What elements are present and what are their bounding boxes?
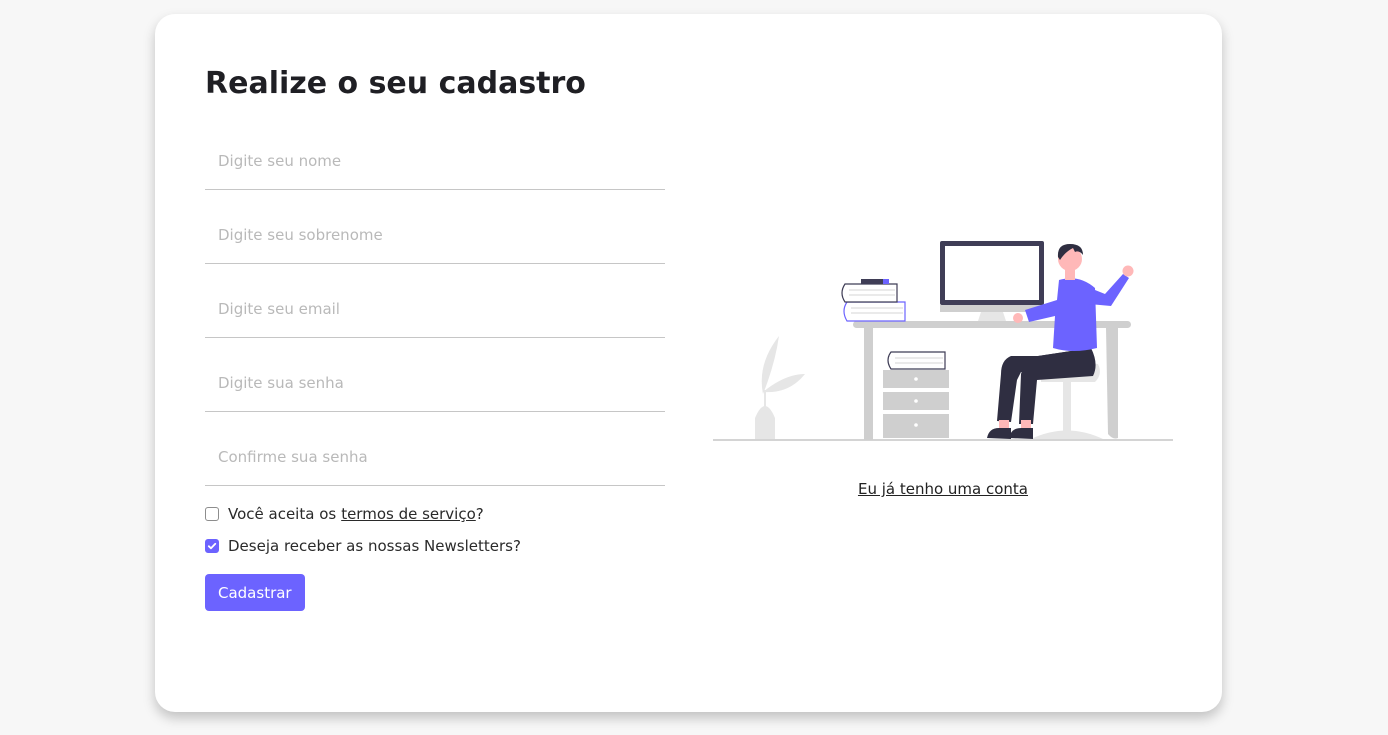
password-input[interactable] [205, 355, 665, 412]
signup-card: Realize o seu cadastro Você aceita os te… [155, 14, 1222, 712]
terms-label-suffix: ? [475, 505, 484, 523]
first-name-input[interactable] [205, 133, 665, 190]
terms-row: Você aceita os termos de serviço? [205, 505, 484, 523]
terms-link[interactable]: termos de serviço [341, 505, 476, 523]
email-input[interactable] [205, 281, 665, 338]
confirm-password-input[interactable] [205, 429, 665, 486]
newsletter-checkbox[interactable] [205, 539, 219, 553]
books-stack [841, 279, 906, 322]
terms-label-prefix: Você aceita os [228, 505, 337, 523]
books-on-cabinet [887, 351, 946, 370]
checkmark-icon [207, 542, 217, 550]
plant-icon [755, 336, 805, 439]
person-at-desk-illustration [713, 241, 1173, 441]
last-name-input[interactable] [205, 207, 665, 264]
page-title: Realize o seu cadastro [205, 66, 586, 101]
login-link[interactable]: Eu já tenho uma conta [713, 480, 1173, 498]
register-button[interactable]: Cadastrar [205, 574, 305, 611]
newsletter-label: Deseja receber as nossas Newsletters? [228, 537, 521, 555]
terms-checkbox[interactable] [205, 507, 219, 521]
newsletter-row: Deseja receber as nossas Newsletters? [205, 537, 521, 555]
